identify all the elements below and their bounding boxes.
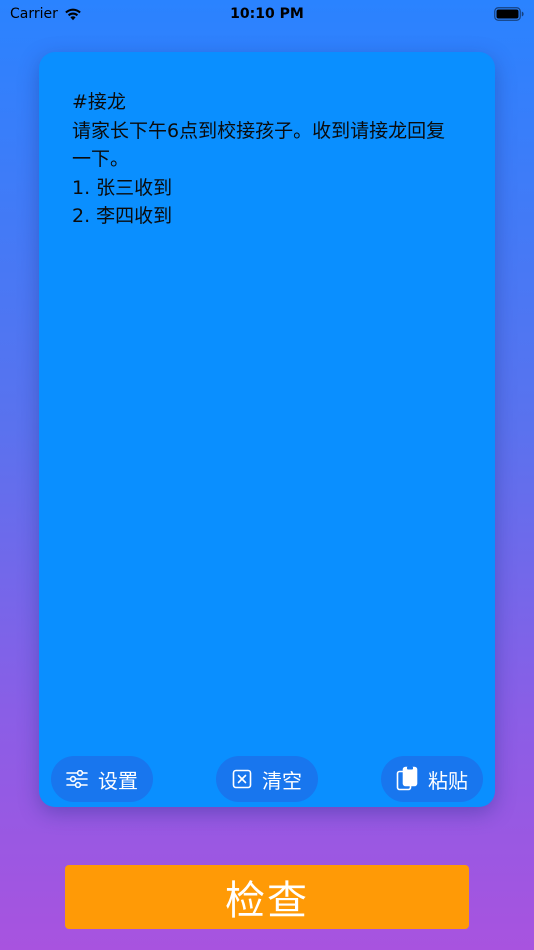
note-text-area[interactable]: #接龙 请家长下午6点到校接孩子。收到请接龙回复一下。 1. 张三收到 2. 李…: [72, 88, 462, 231]
clear-label: 清空: [262, 768, 302, 793]
settings-button[interactable]: 设置: [51, 756, 153, 802]
settings-label: 设置: [98, 768, 138, 793]
note-card: #接龙 请家长下午6点到校接孩子。收到请接龙回复一下。 1. 张三收到 2. 李…: [39, 52, 495, 807]
clipboard-icon: [396, 766, 418, 791]
status-bar: Carrier 10:10 PM: [0, 0, 534, 28]
status-time: 10:10 PM: [230, 6, 304, 22]
sliders-icon: [66, 770, 88, 788]
clear-button[interactable]: 清空: [216, 756, 318, 802]
clear-box-icon: [232, 769, 252, 789]
paste-label: 粘贴: [428, 768, 468, 793]
check-button[interactable]: 检查: [65, 865, 469, 929]
paste-button[interactable]: 粘贴: [381, 756, 483, 802]
battery-icon: [494, 7, 524, 21]
